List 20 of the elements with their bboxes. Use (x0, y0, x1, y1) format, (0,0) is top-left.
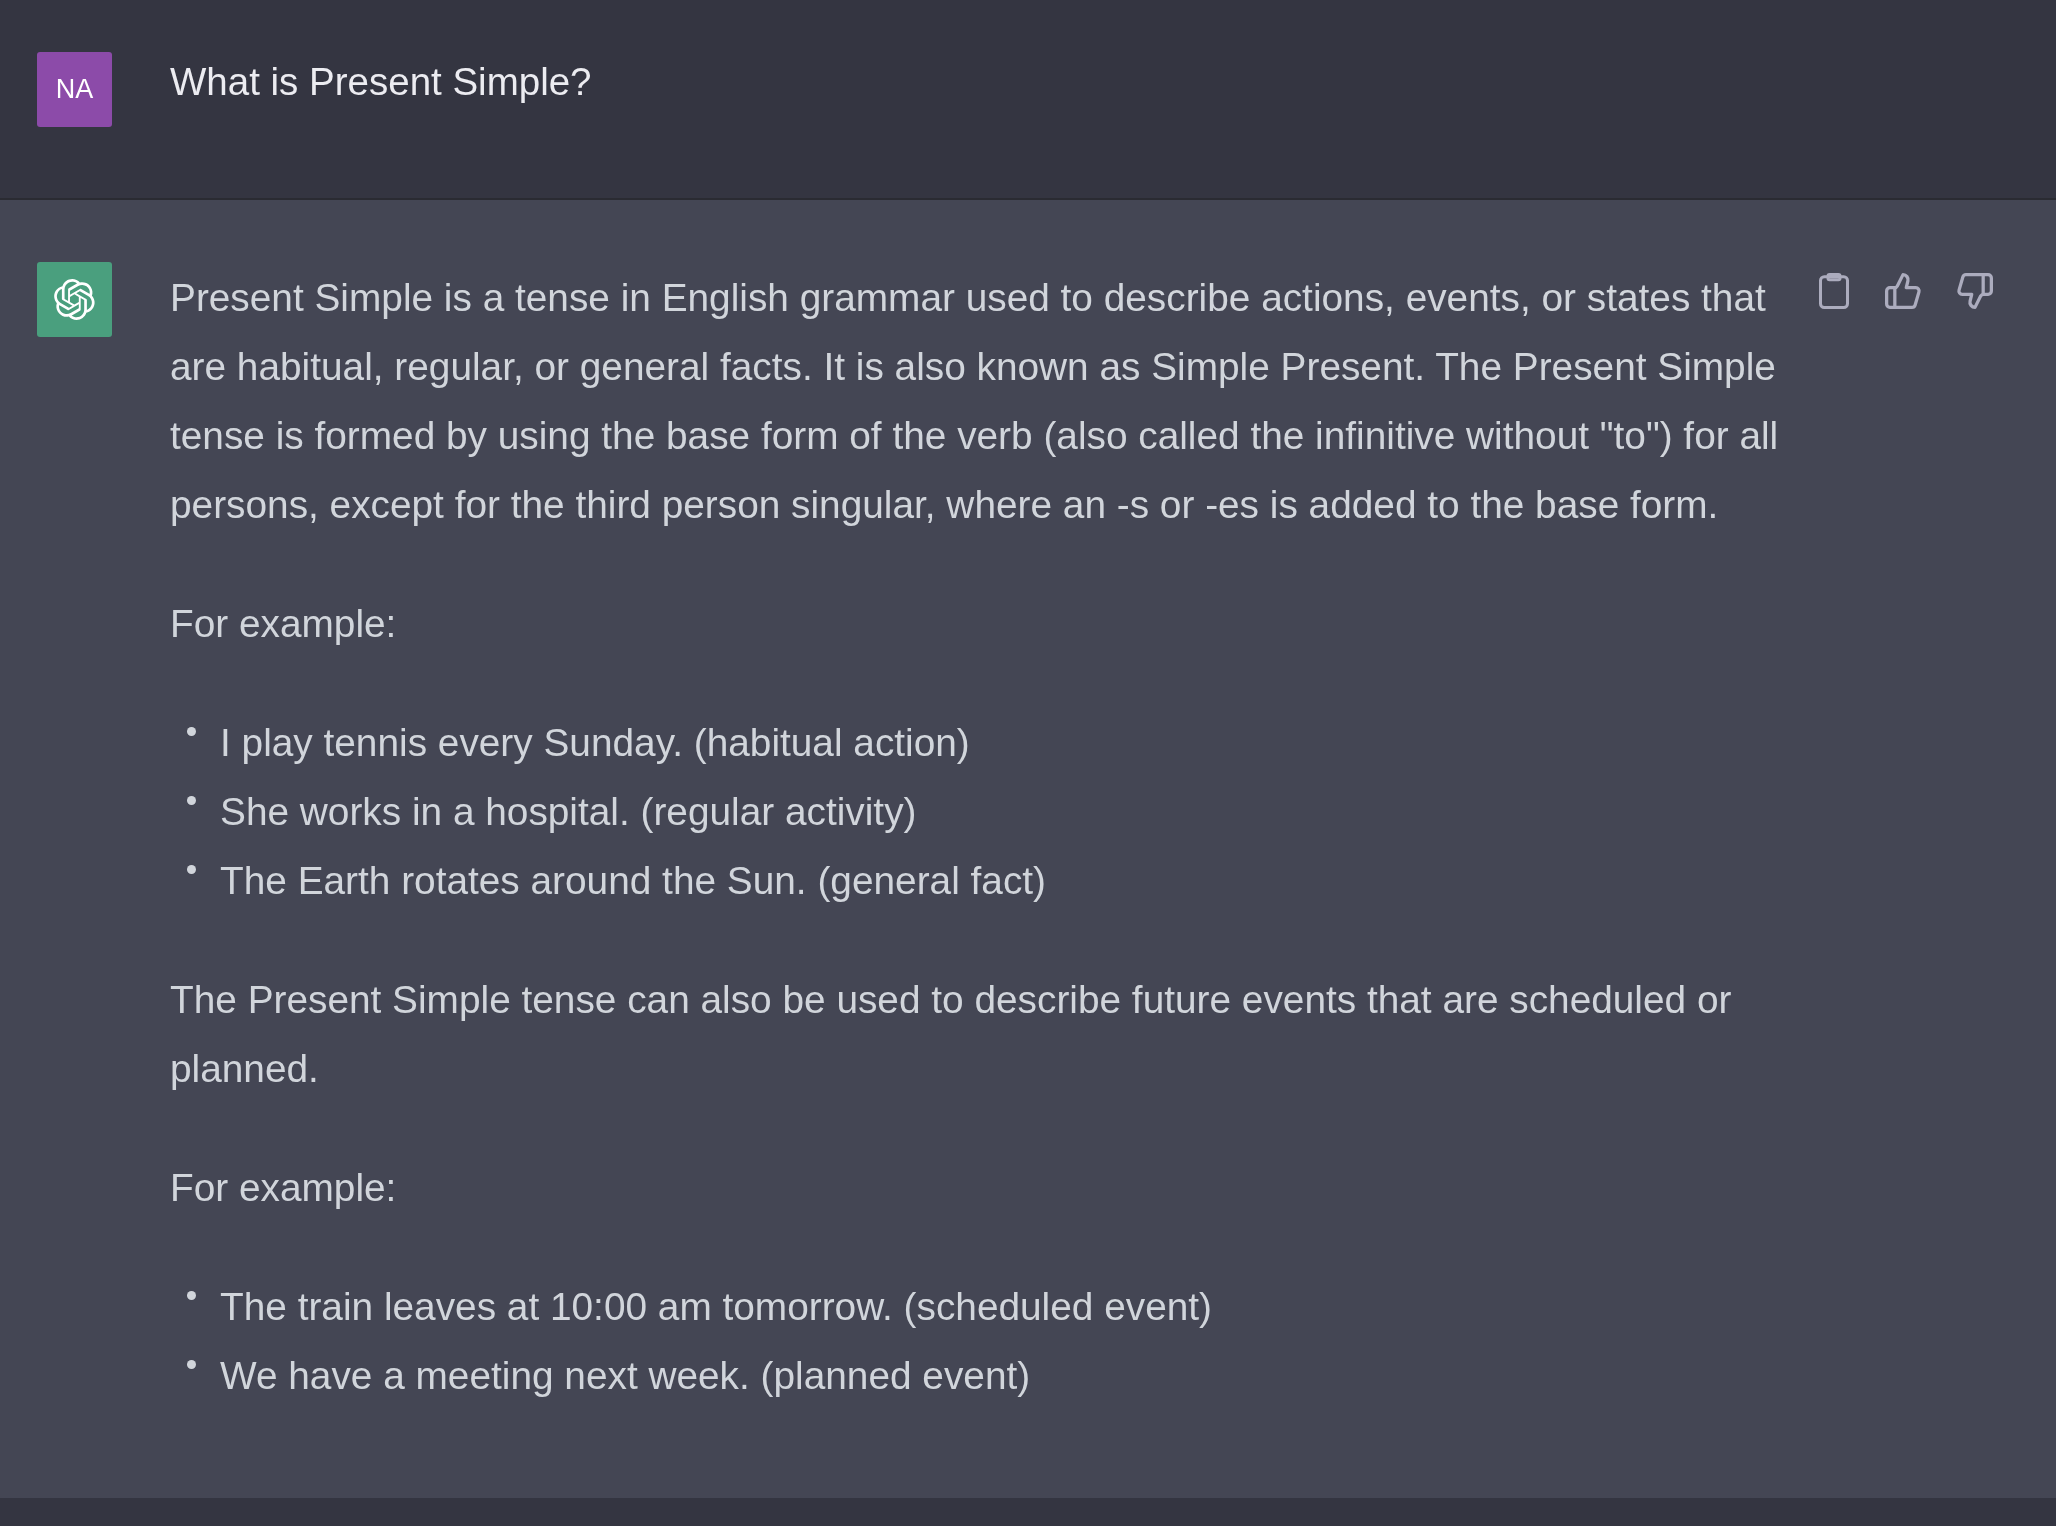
clipboard-icon[interactable] (1819, 273, 1849, 309)
list-item-text: She works in a hospital. (regular activity) (220, 789, 917, 835)
list-item-text: We have a meeting next week. (planned event) (220, 1353, 1031, 1399)
list-item-text: The Earth rotates around the Sun. (general fact) (220, 858, 1046, 904)
bullet-icon (187, 727, 196, 736)
user-question: What is Present Simple? (170, 59, 592, 105)
bullet-icon (187, 1291, 196, 1300)
bullet-icon (187, 796, 196, 805)
knot-logo-avatar-icon (37, 262, 112, 337)
list-item-text: I play tennis every Sunday. (habitual action) (220, 720, 970, 766)
answer-paragraph: For example: (170, 601, 398, 647)
thumbs-down-icon[interactable] (1957, 273, 1993, 309)
list-item-text: The train leaves at 10:00 am tomorrow. (scheduled event) (220, 1284, 1212, 1330)
answer-paragraph: For example: (170, 1165, 398, 1211)
user-avatar: NA (37, 52, 112, 127)
thumbs-up-icon[interactable] (1885, 273, 1921, 309)
bullet-icon (187, 1360, 196, 1369)
answer-paragraph: The Present Simple tense can also be used to describe future events that are scheduled or planned. (170, 977, 1733, 1092)
bullet-icon (187, 865, 196, 874)
answer-paragraph: Present Simple is a tense in English grammar used to describe actions, events, or states that are habitual, regular, or general facts. It is also known as Simple Present. The Present Simple tense is formed by using the base form of the verb (also called the infinitive without "to") for all persons, except for the third person singular, where an -s or -es is added to the base form. (170, 275, 1780, 528)
